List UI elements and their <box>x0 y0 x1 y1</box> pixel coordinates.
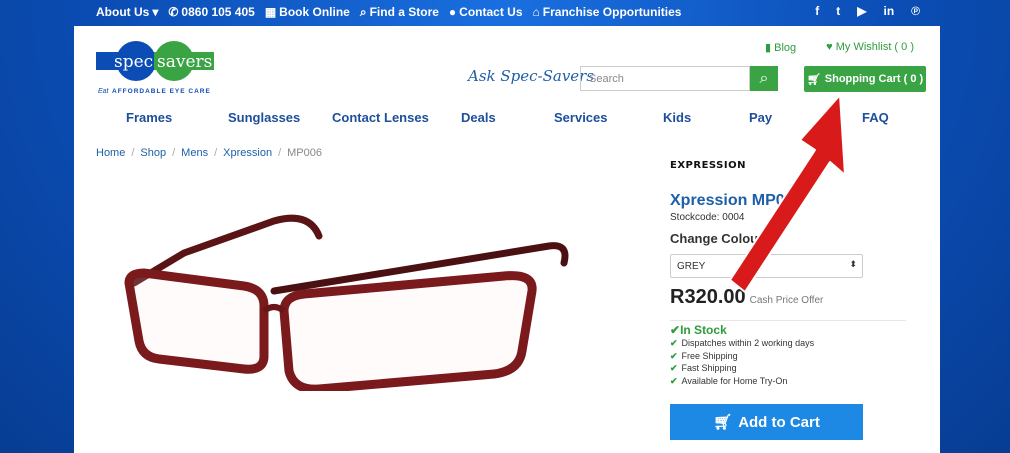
specsavers-logo[interactable]: spec savers Eat AFFORDABLE EYE CARE <box>96 36 214 98</box>
svg-text:savers: savers <box>157 52 212 72</box>
franchise-label: Franchise Opportunities <box>542 5 682 19</box>
change-colour-label: Change Colour <box>670 231 764 246</box>
svg-text:spec: spec <box>114 52 153 72</box>
wishlist-label: My Wishlist ( 0 ) <box>835 41 914 53</box>
price-note: Cash Price Offer <box>749 295 824 306</box>
check-icon: ✔ <box>670 338 678 348</box>
brand-logo: EXPRESSION <box>670 160 746 171</box>
list-item: ✔ Available for Home Try-On <box>670 376 814 389</box>
franchise-link[interactable]: ⌂ Franchise Opportunities <box>533 5 682 19</box>
main-panel: spec savers Eat AFFORDABLE EYE CARE ▮ Bl… <box>74 26 940 453</box>
shopping-cart-button[interactable]: 🛒︎ Shopping Cart ( 0 ) <box>804 66 926 92</box>
breadcrumb-shop[interactable]: Shop <box>140 147 166 159</box>
contact-label: Contact Us <box>459 5 523 19</box>
add-to-cart-button[interactable]: 🛒︎ Add to Cart <box>670 404 863 440</box>
add-to-cart-label: Add to Cart <box>738 413 820 431</box>
find-store-link[interactable]: ⌕ Find a Store <box>360 5 439 20</box>
wishlist-link[interactable]: ♥ My Wishlist ( 0 ) <box>826 41 914 54</box>
home-icon: ⌂ <box>532 5 540 19</box>
nav-kids[interactable]: Kids <box>663 110 691 125</box>
svg-text:Eat: Eat <box>98 88 110 95</box>
ask-specsavers-text: Ask Spec-Savers <box>468 67 595 85</box>
caret-down-icon: ▾ <box>152 5 159 19</box>
pinterest-icon[interactable]: ℗ <box>911 4 920 18</box>
facebook-icon[interactable]: f <box>815 4 819 18</box>
colour-select[interactable]: GREY ⬍ <box>670 254 863 278</box>
feature-list: ✔ Dispatches within 2 working days ✔ Free … <box>670 338 814 388</box>
breadcrumb-current: MP006 <box>287 147 322 159</box>
youtube-icon[interactable]: ▶ <box>857 4 866 18</box>
stockcode: Stockcode: 0004 <box>670 212 745 223</box>
book-online-label: Book Online <box>279 5 350 19</box>
linkedin-icon[interactable]: in <box>883 4 894 18</box>
list-item: ✔ Free Shipping <box>670 351 814 364</box>
blog-link[interactable]: ▮ Blog <box>765 41 796 54</box>
nav-frames[interactable]: Frames <box>126 110 172 125</box>
search-icon: ⌕ <box>759 69 769 87</box>
cart-icon: 🛒︎ <box>713 414 733 431</box>
divider <box>670 320 906 321</box>
main-nav: Frames Sunglasses Contact Lenses Deals S… <box>74 110 940 130</box>
phone-icon: ✆ <box>168 5 179 19</box>
twitter-icon[interactable]: t <box>836 4 840 18</box>
bookmark-icon: ▮ <box>765 42 772 54</box>
product-image-glasses <box>124 214 569 391</box>
check-icon: ✔ <box>670 350 678 361</box>
feature-label: Available for Home Try-On <box>681 375 788 386</box>
search-button[interactable]: ⌕ <box>750 66 778 91</box>
product-title: Xpression MP006 <box>670 192 803 209</box>
feature-label: Dispatches within 2 working days <box>681 338 815 348</box>
list-item: ✔ Dispatches within 2 working days <box>670 338 814 351</box>
price: R320.00 Cash Price Offer <box>670 286 823 309</box>
nav-pay[interactable]: Pay <box>749 110 772 125</box>
book-online-link[interactable]: ▦ Book Online <box>265 5 350 19</box>
about-us-label: About Us <box>96 5 150 19</box>
stock-status-label: In Stock <box>680 323 727 337</box>
nav-faq[interactable]: FAQ <box>862 110 889 125</box>
nav-contact-lenses[interactable]: Contact Lenses <box>332 110 429 125</box>
about-us-menu[interactable]: About Us ▾ <box>96 5 158 19</box>
stock-status: ✔In Stock <box>670 323 727 337</box>
contact-link[interactable]: ● Contact Us <box>449 5 523 19</box>
svg-text:AFFORDABLE EYE CARE: AFFORDABLE EYE CARE <box>112 88 211 95</box>
top-bar: About Us ▾ ✆ 0860 105 405 ▦ Book Online ⌕ Fi… <box>0 0 1010 24</box>
nav-deals[interactable]: Deals <box>461 110 496 125</box>
nav-sunglasses[interactable]: Sunglasses <box>228 110 300 125</box>
check-icon: ✔ <box>670 323 681 337</box>
search-icon: ⌕ <box>359 4 367 19</box>
colour-value: GREY <box>677 261 706 272</box>
feature-label: Free Shipping <box>681 350 738 361</box>
breadcrumb-mens[interactable]: Mens <box>181 147 208 159</box>
price-value: R320.00 <box>670 286 746 308</box>
nav-services[interactable]: Services <box>554 110 608 125</box>
feature-label: Fast Shipping <box>681 363 737 373</box>
breadcrumb-home[interactable]: Home <box>96 147 125 159</box>
list-item: ✔ Fast Shipping <box>670 363 814 376</box>
blog-label: Blog <box>774 42 797 54</box>
phone-link[interactable]: ✆ 0860 105 405 <box>168 5 254 19</box>
select-arrows-icon: ⬍ <box>849 259 857 269</box>
check-icon: ✔ <box>670 375 678 386</box>
find-store-label: Find a Store <box>369 5 439 19</box>
phone-label: 0860 105 405 <box>181 5 255 19</box>
heart-icon: ♥ <box>826 41 833 53</box>
calendar-icon: ▦ <box>264 5 277 19</box>
chat-icon: ● <box>448 5 457 19</box>
breadcrumb: Home / Shop / Mens / Xpression / MP006 <box>96 147 322 159</box>
check-icon: ✔ <box>670 363 678 373</box>
cart-icon: 🛒︎ <box>806 73 821 86</box>
breadcrumb-xpression[interactable]: Xpression <box>223 147 272 159</box>
cart-label: Shopping Cart ( 0 ) <box>824 73 924 85</box>
search-input[interactable]: Search <box>580 66 750 91</box>
